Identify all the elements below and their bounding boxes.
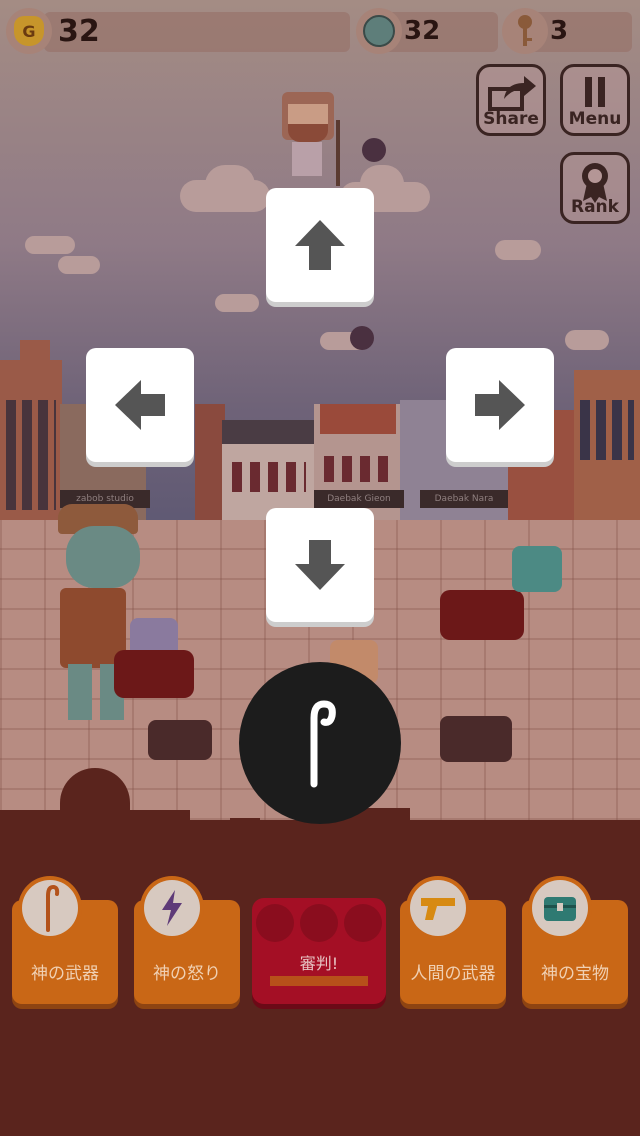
foreground-rooftops — [0, 810, 190, 830]
menu-label: Menu — [568, 109, 622, 129]
money-bag-icon: G — [6, 8, 52, 54]
god-weapon-label: 神の武器 — [31, 964, 99, 984]
arrow-up-icon — [295, 220, 345, 270]
card-icon-frame — [140, 876, 204, 940]
god-treasure-button[interactable]: 神の宝物 — [522, 876, 628, 1004]
charge-slot — [300, 904, 338, 942]
window-grid — [232, 462, 306, 492]
cloud — [205, 165, 255, 205]
key-icon — [502, 8, 548, 54]
share-button[interactable]: Share — [476, 64, 546, 136]
god-weapon-button[interactable]: 神の武器 — [12, 876, 118, 1004]
window-grid — [580, 400, 634, 460]
gold-count: 32 — [58, 14, 100, 49]
menu-button[interactable]: Menu — [560, 64, 630, 136]
staff-icon — [46, 884, 60, 932]
arrow-down-button[interactable] — [266, 508, 374, 622]
cloud — [58, 256, 100, 274]
arrow-up-button[interactable] — [266, 188, 374, 302]
card-icon-frame — [528, 876, 592, 940]
zombie-small — [512, 546, 562, 592]
zombie-head-icon — [356, 8, 402, 54]
dark-dog — [148, 720, 212, 760]
cloud — [215, 294, 259, 312]
staff-attack-button[interactable] — [239, 662, 401, 824]
arrow-right-button[interactable] — [446, 348, 554, 462]
key-count: 3 — [550, 16, 569, 46]
arrow-left-icon — [115, 380, 165, 430]
foreground-rooftops — [230, 818, 260, 838]
arrow-left-button[interactable] — [86, 348, 194, 462]
hud-bar: G 32 32 3 — [0, 0, 640, 62]
shop-sign: Daebak Nara — [420, 490, 508, 508]
foreground-rooftops — [410, 828, 640, 848]
cloud — [495, 240, 541, 260]
god-wrath-label: 神の怒り — [153, 964, 221, 984]
judgement-label: 審判! — [299, 954, 339, 973]
spark — [362, 138, 386, 162]
red-dog — [440, 590, 524, 640]
arrow-right-icon — [475, 380, 525, 430]
shop-sign: Daebak Gieon — [314, 490, 404, 508]
gold-letter: G — [22, 21, 36, 41]
human-weapon-label: 人間の武器 — [410, 964, 496, 984]
dark-dog — [440, 716, 512, 762]
ribbon-badge-icon — [582, 163, 608, 203]
lightning-icon — [162, 890, 182, 926]
share-arrow-icon — [488, 76, 536, 111]
zombie-count: 32 — [404, 16, 441, 46]
cloud — [25, 236, 75, 254]
pause-icon — [585, 77, 605, 107]
building — [195, 404, 225, 530]
card-icon-frame — [18, 876, 82, 940]
god-character — [278, 90, 348, 186]
staff-icon — [310, 700, 336, 788]
treasure-chest-icon — [544, 897, 576, 921]
god-treasure-label: 神の宝物 — [541, 964, 609, 984]
arrow-down-icon — [295, 540, 345, 590]
charge-slot — [256, 904, 294, 942]
window-grid — [324, 456, 392, 482]
human-weapon-button[interactable]: 人間の武器 — [400, 876, 506, 1004]
judgement-gauge — [270, 976, 368, 986]
god-wrath-button[interactable]: 神の怒り — [134, 876, 240, 1004]
judgement-button[interactable]: 審判! — [252, 898, 386, 1004]
red-dog — [114, 650, 194, 698]
card-icon-frame — [406, 876, 470, 940]
rank-button[interactable]: Rank — [560, 152, 630, 224]
window-grid — [6, 400, 56, 510]
charge-slot — [344, 904, 382, 942]
gun-icon — [421, 898, 455, 920]
